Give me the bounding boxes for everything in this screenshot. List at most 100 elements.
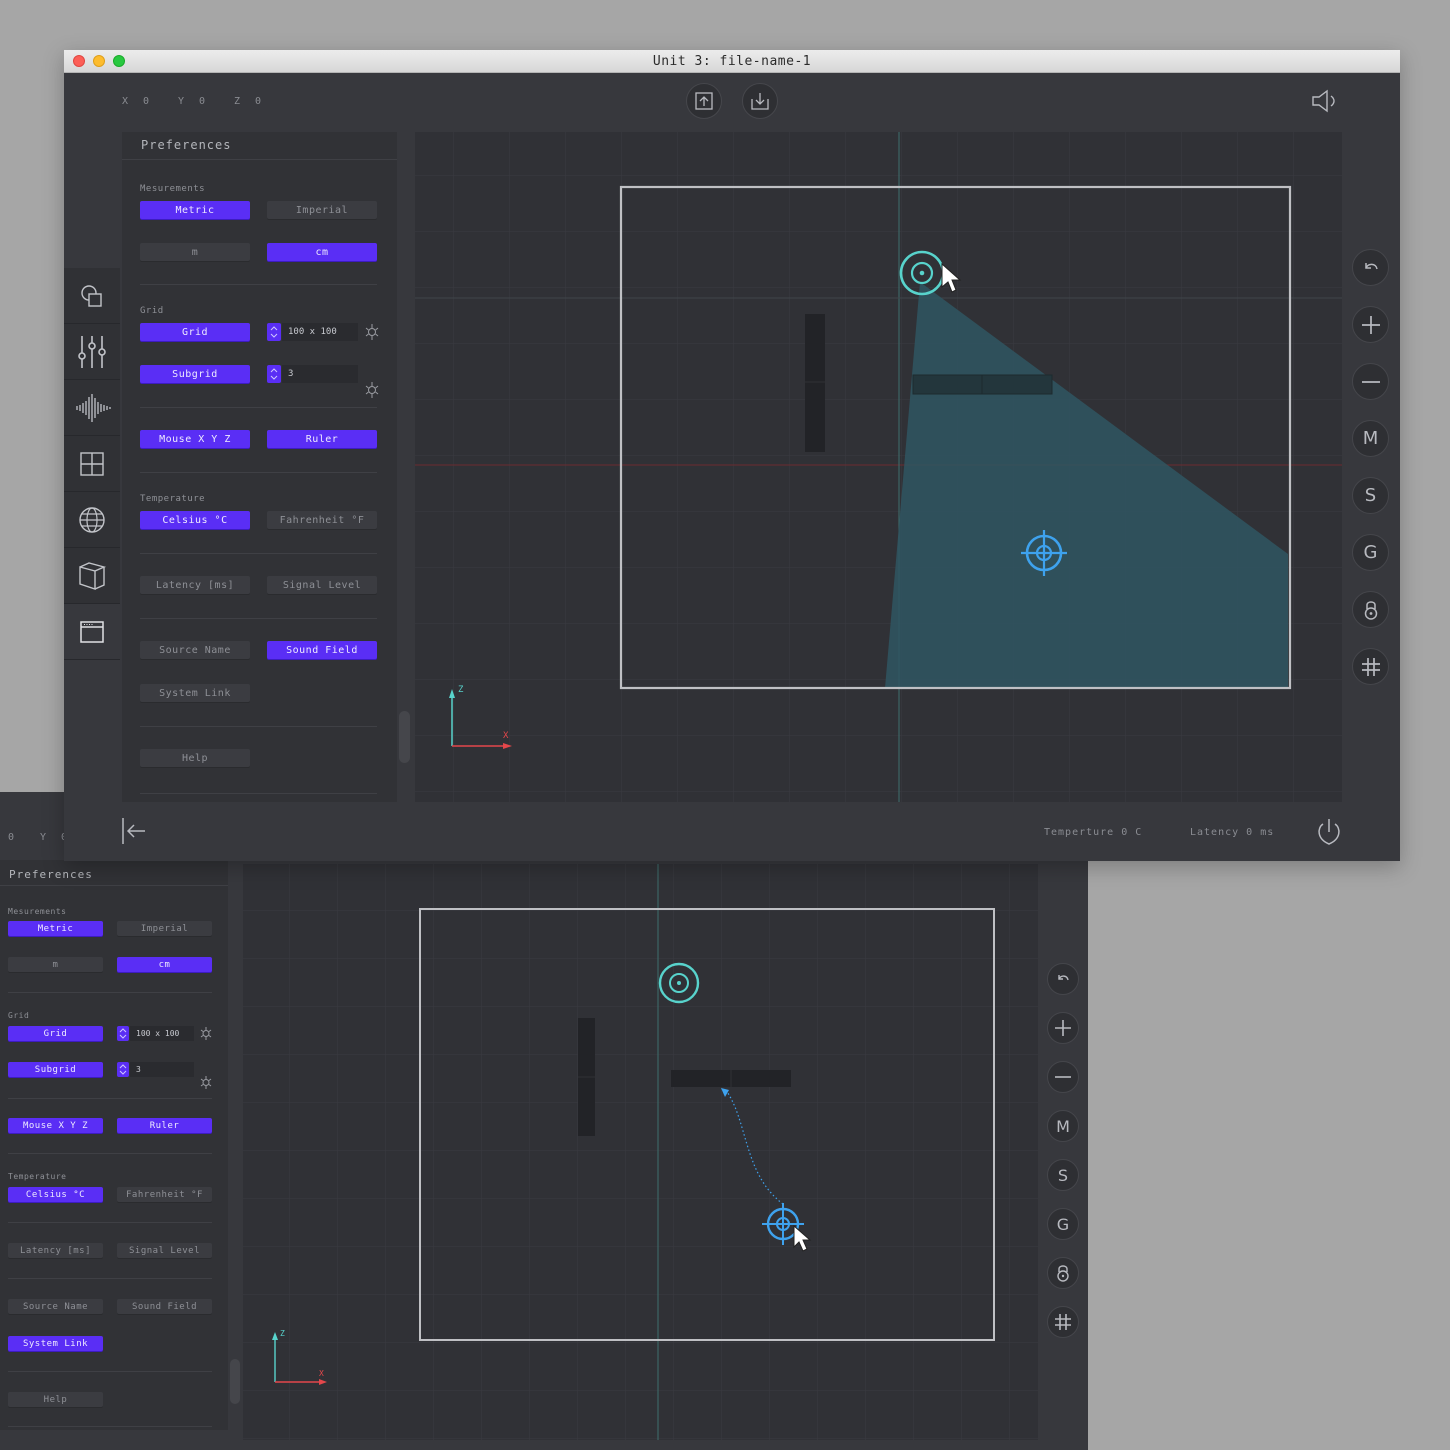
sidebar-item-preferences[interactable] [64,604,120,660]
imperial-button[interactable]: Imperial [267,201,377,219]
plus-icon [1361,315,1380,334]
secondary-window: 0 Y 0 Preferences Mesurements Metric Imp… [0,792,1088,1450]
exit-icon[interactable] [119,816,147,846]
scrollbar-thumb[interactable] [399,711,410,763]
sound-field-button[interactable]: Sound Field [267,641,377,659]
axis-z-label: Z [280,1329,285,1338]
undo-button[interactable] [1047,963,1079,995]
help-button[interactable]: Help [8,1392,103,1407]
speaker-icon[interactable] [1310,88,1340,114]
group-button[interactable]: G [1352,534,1389,571]
metric-button[interactable]: Metric [140,201,250,219]
mute-button[interactable]: M [1047,1110,1079,1142]
grid-label: Grid [8,1011,30,1020]
temperature-label: Temperature [8,1172,67,1181]
subgrid-stepper[interactable] [117,1062,129,1077]
subgrid-field[interactable]: 3 [282,365,358,383]
unit-cm-button[interactable]: cm [117,957,212,972]
page-title: Preferences [9,868,93,881]
signal-level-button[interactable]: Signal Level [267,576,377,594]
export-button[interactable] [686,83,722,119]
celsius-button[interactable]: Celsius °C [140,511,250,529]
group-button[interactable]: G [1047,1208,1079,1240]
sidebar-item-layout[interactable] [64,436,120,492]
sidebar-item-box[interactable] [64,548,120,604]
system-link-button[interactable]: System Link [140,684,250,702]
subgrid-field[interactable]: 3 [130,1062,194,1077]
mouse-xyz-button[interactable]: Mouse X Y Z [8,1118,103,1133]
axis-x-label: X [503,731,509,741]
source-name-button[interactable]: Source Name [8,1299,103,1314]
grid-button[interactable]: Grid [140,323,250,341]
grid-stepper[interactable] [267,323,281,341]
solo-button[interactable]: S [1047,1159,1079,1191]
fahrenheit-button[interactable]: Fahrenheit °F [267,511,377,529]
ruler-button[interactable]: Ruler [267,430,377,448]
grid-size-field[interactable]: 100 x 100 [130,1026,194,1041]
latency-button[interactable]: Latency [ms] [140,576,250,594]
lock-icon [1057,1265,1069,1282]
mute-button[interactable]: M [1352,420,1389,457]
lock-icon [1364,600,1377,620]
sidebar-item-shapes[interactable] [64,268,120,324]
help-button[interactable]: Help [140,749,250,767]
zoom-out-button[interactable] [1047,1061,1079,1093]
unit-m-button[interactable]: m [8,957,103,972]
signal-level-button[interactable]: Signal Level [117,1243,212,1258]
wall-horizontal[interactable] [912,374,1053,395]
scrollbar-thumb[interactable] [230,1359,240,1404]
undo-button[interactable] [1352,249,1389,286]
sound-field-canvas[interactable]: Z X [415,132,1342,802]
zoom-out-button[interactable] [1352,363,1389,400]
source-name-button[interactable]: Source Name [140,641,250,659]
link-icon[interactable] [365,382,379,398]
grid-snap-button[interactable] [1047,1306,1079,1338]
wall-vertical[interactable] [805,314,825,452]
lock-button[interactable] [1047,1257,1079,1289]
latency-status: Latency 0 ms [1190,827,1275,838]
zoom-in-button[interactable] [1047,1012,1079,1044]
minus-icon [1055,1076,1071,1078]
unit-cm-button[interactable]: cm [267,243,377,261]
latency-button[interactable]: Latency [ms] [8,1243,103,1258]
grid-stepper[interactable] [117,1026,129,1041]
grid-button[interactable]: Grid [8,1026,103,1041]
coord-x: 0 [8,832,16,843]
stepper-arrows-icon [270,368,278,380]
subgrid-button[interactable]: Subgrid [8,1062,103,1077]
link-icon[interactable] [200,1027,212,1040]
power-icon[interactable] [1315,817,1343,847]
sidebar-item-waveform[interactable] [64,380,120,436]
import-button[interactable] [742,83,778,119]
stepper-arrows-icon [119,1064,127,1075]
system-link-button[interactable]: System Link [8,1336,103,1351]
window-icon [80,620,104,643]
subgrid-button[interactable]: Subgrid [140,365,250,383]
link-icon[interactable] [200,1076,212,1089]
imperial-button[interactable]: Imperial [117,921,212,936]
fahrenheit-button[interactable]: Fahrenheit °F [117,1187,212,1202]
link-icon[interactable] [365,324,379,340]
grid-size-field[interactable]: 100 x 100 [282,323,358,341]
zoom-in-button[interactable] [1352,306,1389,343]
sound-field-canvas[interactable]: Z X [243,864,1038,1440]
mouse-xyz-button[interactable]: Mouse X Y Z [140,430,250,448]
unit-m-button[interactable]: m [140,243,250,261]
subgrid-stepper[interactable] [267,365,281,383]
lock-button[interactable] [1352,591,1389,628]
download-icon [751,93,769,110]
undo-icon [1058,975,1069,981]
solo-button[interactable]: S [1352,477,1389,514]
sidebar-item-globe[interactable] [64,492,120,548]
title-bar[interactable]: Unit 3: file-name-1 [64,50,1400,73]
grid-snap-button[interactable] [1352,648,1389,685]
sound-field-button[interactable]: Sound Field [117,1299,212,1314]
temperature-status: Temperture 0 C [1044,827,1143,838]
wall-vertical[interactable] [578,1018,595,1136]
celsius-button[interactable]: Celsius °C [8,1187,103,1202]
metric-button[interactable]: Metric [8,921,103,936]
page-title: Preferences [141,138,232,152]
wall-horizontal[interactable] [671,1070,791,1087]
sidebar-item-mixer[interactable] [64,324,120,380]
ruler-button[interactable]: Ruler [117,1118,212,1133]
